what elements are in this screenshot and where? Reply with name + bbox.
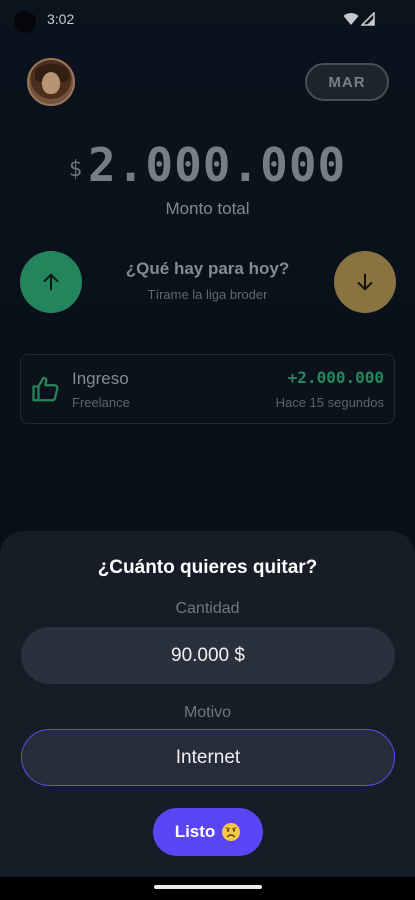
reason-label: Motivo (183, 704, 232, 721)
reason-input[interactable]: Internet (21, 729, 395, 786)
done-button[interactable]: Listo (153, 808, 263, 856)
app-screen: 3:02 MAR $ 2.000.000 Monto total ¿Qué ha… (0, 0, 415, 900)
withdraw-bottom-sheet: ¿Cuánto quieres quitar? Cantidad 90.000 … (0, 531, 415, 877)
worried-face-emoji-icon (222, 823, 241, 841)
quantity-input[interactable]: 90.000 $ (21, 627, 395, 684)
system-nav-bar (0, 877, 415, 900)
quantity-label: Cantidad (175, 600, 240, 617)
sheet-title: ¿Cuánto quieres quitar? (97, 557, 318, 578)
done-button-label: Listo (174, 822, 216, 841)
home-indicator[interactable] (154, 885, 262, 889)
